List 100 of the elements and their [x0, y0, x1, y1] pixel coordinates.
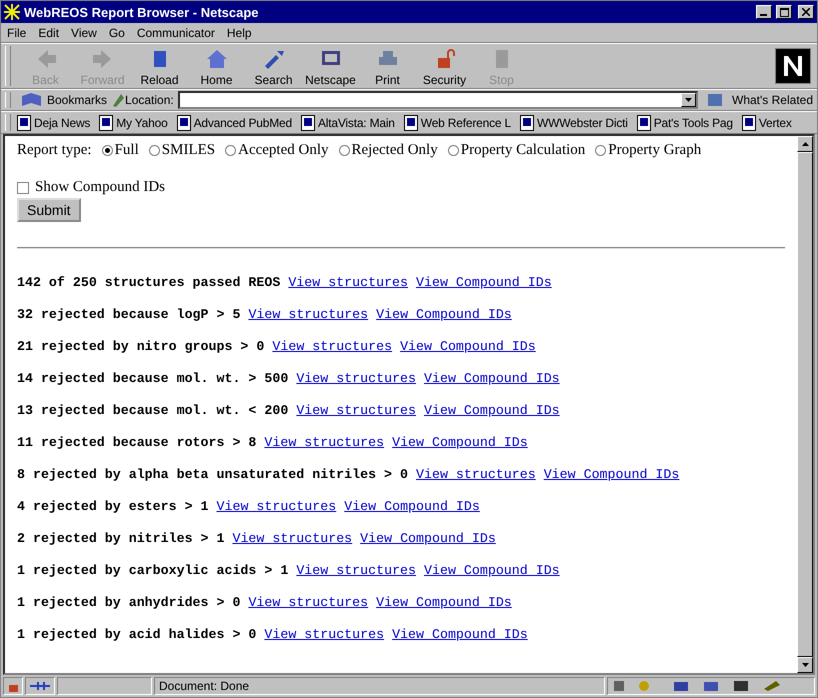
page-icon [742, 114, 756, 130]
result-link[interactable]: View Compound IDs [424, 371, 560, 386]
result-link[interactable]: View structures [248, 307, 368, 322]
page-icon [300, 114, 315, 130]
maximize-button[interactable] [776, 5, 792, 19]
down-arrow-icon [802, 663, 808, 667]
radio-button[interactable] [148, 145, 160, 156]
menu-item[interactable]: Edit [38, 26, 60, 40]
toolbar-button[interactable]: Netscape [302, 45, 359, 87]
result-text: 32 rejected because logP > 5 [17, 307, 240, 322]
checkbox-label: Show Compound IDs [35, 179, 166, 196]
page-icon [99, 114, 114, 130]
checkbox[interactable] [17, 182, 29, 194]
bookmark-link[interactable]: My Yahoo [99, 114, 168, 130]
result-link[interactable]: View Compound IDs [376, 307, 512, 322]
radio-button[interactable] [102, 145, 113, 156]
result-link[interactable]: View structures [272, 339, 392, 354]
location-field[interactable] [178, 91, 698, 109]
radio-button[interactable] [448, 145, 459, 156]
result-link[interactable]: View Compound IDs [424, 563, 560, 578]
scrollbar-thumb[interactable] [797, 152, 813, 657]
menu-item[interactable]: Go [108, 26, 125, 40]
radio-label: Rejected Only [352, 142, 438, 159]
bookmark-link[interactable]: Web Reference L [404, 114, 511, 130]
result-link[interactable]: View Compound IDs [400, 339, 536, 354]
result-text: 8 rejected by alpha beta unsaturated nitriles > 0 [17, 467, 408, 482]
result-link[interactable]: View Compound IDs [424, 403, 560, 418]
result-link[interactable]: View structures [288, 275, 408, 290]
result-text: 2 rejected by nitriles > 1 [17, 531, 224, 546]
app-icon [4, 4, 20, 20]
result-text: 1 rejected by anhydrides > 0 [17, 595, 240, 610]
result-link[interactable]: View Compound IDs [416, 275, 552, 290]
result-text: 4 rejected by esters > 1 [17, 499, 209, 514]
page-icon [636, 114, 651, 130]
window-title: WebREOS Report Browser - Netscape [24, 4, 260, 20]
result-text: 14 rejected because mol. wt. > 500 [17, 371, 288, 386]
result-link[interactable]: View structures [232, 531, 352, 546]
result-text: 142 of 250 structures passed REOS [17, 275, 280, 290]
whats-related-button[interactable]: What's Related [702, 92, 817, 108]
radio-label: Accepted Only [238, 142, 328, 159]
result-text: 11 rejected because rotors > 8 [17, 435, 256, 450]
status-text: Document: Done [154, 677, 605, 695]
bookmark-link[interactable]: Deja News [17, 114, 90, 130]
result-text: 13 rejected because mol. wt. < 200 [17, 403, 288, 418]
close-button[interactable] [798, 5, 814, 19]
toolbar-button[interactable]: Home [188, 45, 245, 87]
book-icon [21, 92, 43, 108]
bookmark-link[interactable]: Pat's Tools Pag [636, 114, 733, 130]
menu-item[interactable]: Help [226, 26, 252, 40]
location-icon [111, 92, 126, 108]
scroll-up-button[interactable] [797, 136, 813, 152]
result-link[interactable]: View Compound IDs [360, 531, 496, 546]
result-link[interactable]: View Compound IDs [392, 627, 528, 642]
result-link[interactable]: View structures [296, 371, 416, 386]
bookmark-link[interactable]: Vertex [742, 114, 792, 130]
home-icon [204, 47, 228, 71]
page-icon [17, 114, 31, 130]
result-link[interactable]: View structures [416, 467, 536, 482]
toolbar-button[interactable]: Security [416, 45, 473, 87]
report-type-label: Report type: [17, 142, 92, 159]
up-arrow-icon [802, 142, 808, 146]
result-link[interactable]: View Compound IDs [376, 595, 512, 610]
menu-item[interactable]: File [7, 26, 26, 40]
page-icon [404, 114, 418, 130]
page-icon [176, 114, 191, 130]
result-link[interactable]: View Compound IDs [392, 435, 528, 450]
close-icon [802, 8, 810, 16]
result-text: 1 rejected by acid halides > 0 [17, 627, 256, 642]
toolbar-button[interactable]: Print [359, 45, 416, 87]
page-icon [520, 114, 534, 130]
scroll-down-button[interactable] [797, 657, 813, 673]
radio-label: Property Calculation [460, 142, 586, 159]
radio-button[interactable] [338, 145, 350, 156]
result-link[interactable]: View structures [296, 563, 416, 578]
radio-button[interactable] [595, 145, 606, 156]
maximize-icon [780, 8, 788, 16]
toolbar-button[interactable]: Search [245, 45, 302, 87]
result-link[interactable]: View structures [248, 595, 368, 610]
menu-item[interactable]: Communicator [136, 26, 215, 40]
radio-button[interactable] [225, 145, 236, 156]
connection-status-icon [25, 677, 55, 695]
toolbar-button[interactable]: Reload [131, 45, 188, 87]
submit-button[interactable]: Submit [17, 198, 81, 222]
menu-item[interactable]: View [71, 26, 97, 40]
bookmark-link[interactable]: Advanced PubMed [176, 114, 292, 130]
security-status-icon[interactable] [3, 677, 23, 695]
bookmarks-button[interactable]: Bookmarks [17, 92, 112, 108]
dropdown-arrow-icon [685, 98, 692, 102]
location-label: Location: [125, 93, 174, 107]
result-link[interactable]: View structures [264, 435, 384, 450]
result-link[interactable]: View Compound IDs [344, 499, 480, 514]
result-link[interactable]: View structures [216, 499, 336, 514]
bookmark-link[interactable]: AltaVista: Main [300, 114, 395, 130]
result-text: 21 rejected by nitro groups > 0 [17, 339, 264, 354]
minimize-button[interactable] [756, 5, 772, 19]
result-link[interactable]: View Compound IDs [544, 467, 680, 482]
result-link[interactable]: View structures [264, 627, 384, 642]
bookmark-link[interactable]: WWWebster Dicti [520, 114, 628, 130]
result-link[interactable]: View structures [296, 403, 416, 418]
result-text: 1 rejected by carboxylic acids > 1 [17, 563, 288, 578]
